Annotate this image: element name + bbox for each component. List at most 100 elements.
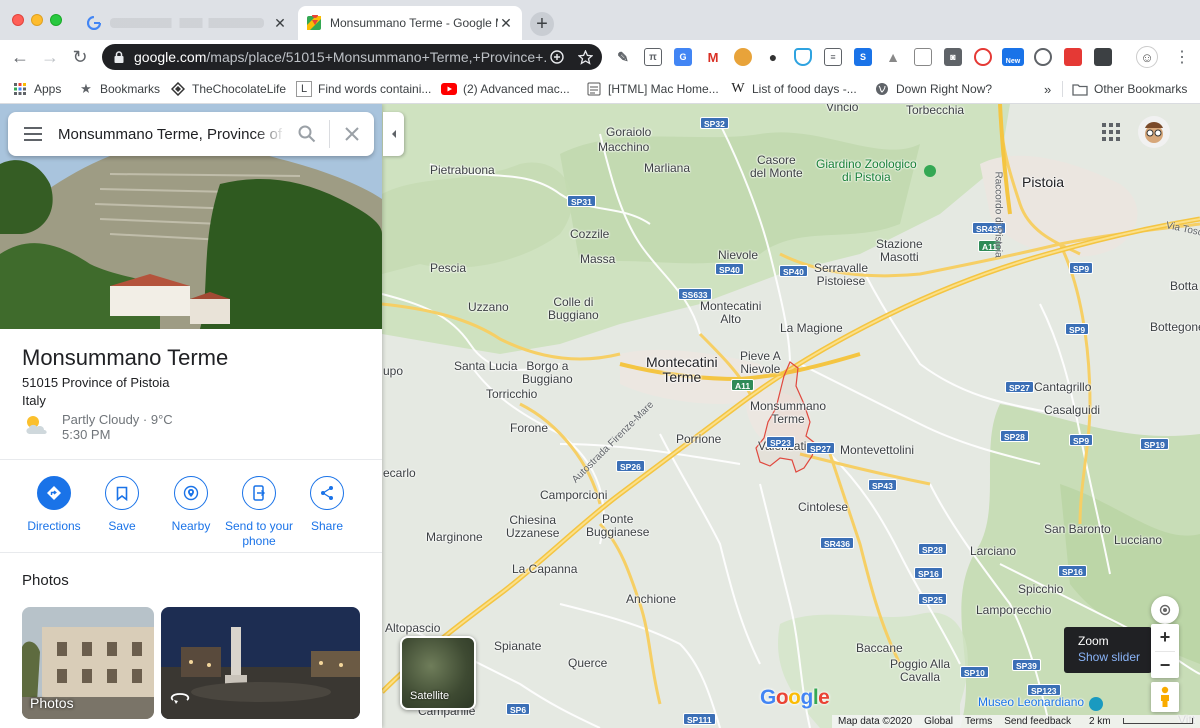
translate-extension-icon[interactable]: G xyxy=(674,48,692,66)
place-label[interactable]: ecarlo xyxy=(383,467,416,480)
place-label[interactable]: La Capanna xyxy=(512,563,577,576)
cookie-extension-icon[interactable] xyxy=(734,48,752,66)
place-label[interactable]: Pistoia xyxy=(1022,175,1064,190)
bookmark-bookmarks[interactable]: ★ Bookmarks xyxy=(78,79,160,99)
photo-thumbnail-main[interactable]: Photos xyxy=(22,607,154,719)
bookmark-apps[interactable]: Apps xyxy=(12,79,61,99)
place-label[interactable]: Museo Leonardiano xyxy=(978,696,1084,709)
place-hero-image[interactable]: Monsummano Terme, Province of Pistoia xyxy=(0,104,382,329)
bookmark-food-days[interactable]: W List of food days -... xyxy=(730,79,856,99)
place-label[interactable]: Pescia xyxy=(430,262,466,275)
new-badge-extension[interactable]: New xyxy=(1002,48,1024,66)
zoom-in-button[interactable]: + xyxy=(1160,624,1171,651)
bookmarks-overflow-chevron[interactable]: » xyxy=(1044,79,1051,99)
other-bookmarks[interactable]: Other Bookmarks xyxy=(1072,79,1187,99)
place-label[interactable]: Serravalle Pistoiese xyxy=(814,262,868,288)
place-label[interactable]: Cintolese xyxy=(798,501,848,514)
send-to-phone-button[interactable]: Send to your phone xyxy=(223,476,295,549)
place-label[interactable]: Cozzile xyxy=(570,228,609,241)
place-label[interactable]: Vincio xyxy=(826,104,858,114)
more-menu-icon[interactable]: ⋮ xyxy=(1170,45,1194,69)
forward-arrow-icon[interactable]: → xyxy=(38,45,62,69)
scale-bar[interactable]: 2 km xyxy=(1083,716,1199,727)
tab-google[interactable]: ✕ xyxy=(78,6,296,40)
back-arrow-icon[interactable]: ← xyxy=(8,45,32,69)
share-button[interactable]: Share xyxy=(291,476,363,534)
place-label[interactable]: Stazione Masotti xyxy=(876,238,923,264)
place-label[interactable]: Anchione xyxy=(626,593,676,606)
close-tab-icon[interactable]: ✕ xyxy=(498,15,514,31)
place-label[interactable]: Uzzano xyxy=(468,301,509,314)
people-extension-icon[interactable]: ● xyxy=(764,48,782,66)
send-feedback-link[interactable]: Send feedback xyxy=(1004,716,1071,727)
lastpass-extension-icon[interactable] xyxy=(974,48,992,66)
red-extension-icon[interactable] xyxy=(1064,48,1082,66)
place-label[interactable]: Pietrabuona xyxy=(430,164,495,177)
place-label[interactable]: Lamporecchio xyxy=(976,604,1051,617)
place-label[interactable]: Bottegone xyxy=(1150,321,1200,334)
satellite-layer-toggle[interactable]: Satellite xyxy=(400,636,476,710)
global-link[interactable]: Global xyxy=(924,716,953,727)
pi-extension-icon[interactable]: π xyxy=(644,48,662,66)
place-label[interactable]: Macchino xyxy=(598,141,649,154)
pen-extension-icon[interactable]: ✎ xyxy=(614,48,632,66)
camera-extension-icon[interactable] xyxy=(1094,48,1112,66)
place-label[interactable]: Camporcioni xyxy=(540,489,607,502)
briefcase-extension-icon[interactable] xyxy=(914,48,932,66)
map-canvas[interactable]: Vincio Torbecchia Goraiolo Macchino Casore de… xyxy=(0,104,1200,728)
place-label[interactable]: Borgo a Buggiano xyxy=(522,360,573,386)
place-label[interactable]: Casalguidi xyxy=(1044,404,1100,417)
profile-avatar-icon[interactable]: ☺ xyxy=(1136,46,1158,68)
bookmark-find-words[interactable]: L Find words containi... xyxy=(296,79,431,99)
place-label[interactable]: Goraiolo xyxy=(606,126,651,139)
reload-icon[interactable]: ↻ xyxy=(68,45,92,69)
bookmark-star-icon[interactable] xyxy=(574,49,596,65)
new-tab-button[interactable]: + xyxy=(530,12,554,36)
close-window-button[interactable] xyxy=(12,14,24,26)
place-label[interactable]: Massa xyxy=(580,253,615,266)
place-label[interactable]: Santa Lucia xyxy=(454,360,517,373)
place-label[interactable]: Cantagrillo xyxy=(1034,381,1091,394)
zoom-out-button[interactable]: − xyxy=(1160,652,1171,678)
place-label[interactable]: Poggio Alla Cavalla xyxy=(890,658,950,684)
show-slider-link[interactable]: Show slider xyxy=(1078,650,1152,664)
place-label[interactable]: La Magione xyxy=(780,322,843,335)
google-apps-icon[interactable] xyxy=(1102,123,1120,141)
place-label[interactable]: Larciano xyxy=(970,545,1016,558)
bookmark-thechocolatelife[interactable]: TheChocolateLife xyxy=(170,79,286,99)
photo-thumbnail-360[interactable] xyxy=(161,607,360,719)
place-label[interactable]: Marginone xyxy=(426,531,483,544)
minimize-window-button[interactable] xyxy=(31,14,43,26)
place-label[interactable]: Colle di Buggiano xyxy=(548,296,599,322)
gmail-extension-icon[interactable]: M xyxy=(704,48,722,66)
add-icon[interactable] xyxy=(546,50,568,64)
place-label[interactable]: Torbecchia xyxy=(906,104,964,117)
maximize-window-button[interactable] xyxy=(50,14,62,26)
pocket-extension-icon[interactable]: ◙ xyxy=(944,48,962,66)
my-location-button[interactable] xyxy=(1151,596,1179,624)
place-label[interactable]: Chiesina Uzzanese xyxy=(506,514,559,540)
place-label[interactable]: Porrione xyxy=(676,433,721,446)
circle-extension-icon[interactable] xyxy=(1034,48,1052,66)
place-label[interactable]: Forone xyxy=(510,422,548,435)
place-label[interactable]: upo xyxy=(383,365,403,378)
bookmark-down-right-now[interactable]: Down Right Now? xyxy=(874,79,992,99)
collapse-panel-button[interactable] xyxy=(383,112,404,156)
nearby-button[interactable]: Nearby xyxy=(155,476,227,534)
account-avatar[interactable] xyxy=(1138,116,1170,148)
place-label[interactable]: Spicchio xyxy=(1018,583,1063,596)
place-label[interactable]: Torricchio xyxy=(486,388,537,401)
place-label[interactable]: Pieve A Nievole xyxy=(740,350,781,376)
tab-google-maps[interactable]: Monsummano Terme - Google Maps ✕ xyxy=(298,6,522,40)
place-label[interactable]: Casore del Monte xyxy=(750,154,803,180)
directions-button[interactable]: Directions xyxy=(18,476,90,534)
place-label[interactable]: Querce xyxy=(568,657,607,670)
place-label[interactable]: Marliana xyxy=(644,162,690,175)
bookmark-youtube[interactable]: (2) Advanced mac... xyxy=(441,79,570,99)
search-box[interactable]: Monsummano Terme, Province of Pistoia xyxy=(8,112,374,156)
place-label[interactable]: Montevettolini xyxy=(840,444,914,457)
shield-extension-icon[interactable] xyxy=(794,48,812,66)
menu-icon[interactable] xyxy=(8,127,58,141)
terms-link[interactable]: Terms xyxy=(965,716,992,727)
close-tab-icon[interactable]: ✕ xyxy=(272,15,288,31)
